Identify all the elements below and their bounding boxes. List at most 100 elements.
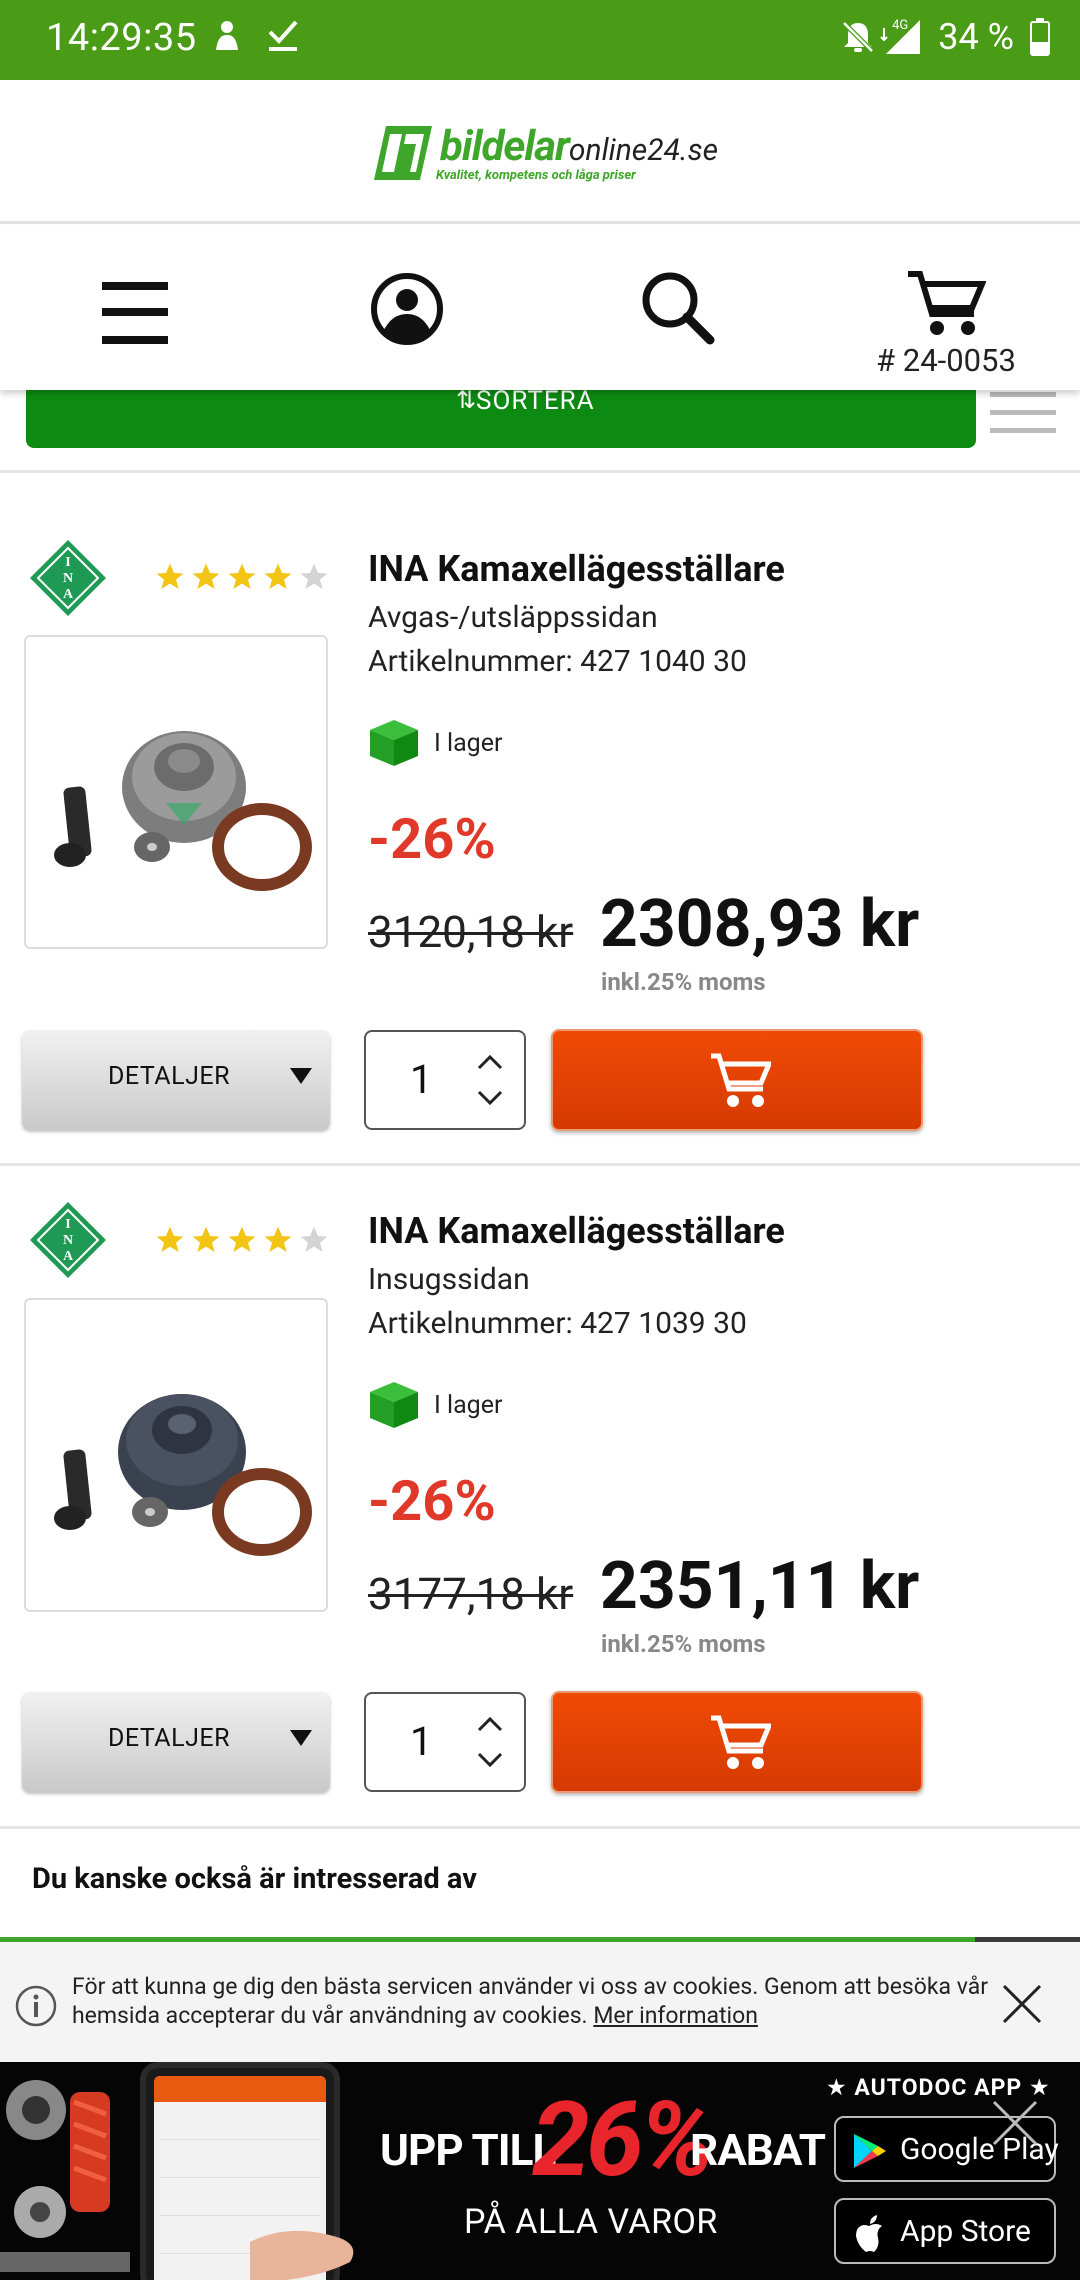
vat-note: inkl.25% moms [601,1630,766,1658]
box-icon [370,1382,418,1428]
stock-label: I lager [434,1390,503,1420]
product-subtitle: Insugssidan [368,1262,530,1297]
details-button[interactable]: DETALJER [22,1692,330,1792]
camshaft-adjuster-image [54,1394,312,1556]
box-icon [370,720,418,766]
cart-number: # 24-0053 [876,342,1016,379]
star-filled-icon [192,563,220,589]
add-to-cart-button[interactable] [551,1029,923,1131]
discount-label: -26% [368,1468,496,1534]
caret-down-icon [290,1068,312,1084]
discount-label: -26% [368,806,496,872]
svg-text:N: N [63,1233,73,1248]
svg-text:I: I [65,1217,70,1232]
mute-icon [842,21,874,53]
app-store-button[interactable]: App Store [834,2198,1056,2264]
ina-brand-logo: INA [30,1202,106,1278]
logo-mark-icon [374,126,432,180]
status-bar: 14:29:35 4G 34 % [0,0,1080,80]
star-filled-icon [264,563,292,589]
apple-icon [856,2215,882,2252]
google-play-icon [854,2134,886,2168]
ad-headline-prefix: UPP TILL [380,2124,556,2176]
cookie-text: För att kunna ge dig den bästa servicen … [72,1973,989,2029]
list-view-icon[interactable] [990,392,1056,434]
rating-stars [154,1224,330,1256]
star-empty-icon [300,563,328,589]
stock-label: I lager [434,728,503,758]
search-icon[interactable] [640,270,716,346]
star-filled-icon [192,1226,220,1252]
details-label: DETALJER [108,1724,230,1753]
ad-close-icon[interactable] [990,2098,1040,2148]
site-header: bildelaronline24.se Kvalitet, kompetens … [0,80,1080,224]
current-price: 2308,93 kr [600,886,920,963]
old-price: 3177,18 kr [368,1568,574,1620]
stock-status: I lager [368,1380,502,1430]
vat-note: inkl.25% moms [601,968,766,996]
product-title[interactable]: INA Kamaxellägesställare [368,1210,785,1252]
star-empty-icon [300,1226,328,1252]
info-icon [15,1985,57,2027]
car-parts-image [0,2080,130,2272]
ad-banner[interactable]: UPP TILL 26% RABAT PÅ ALLA VAROR ★ AUTOD… [0,2062,1080,2280]
svg-text:A: A [63,1249,74,1264]
star-filled-icon [264,1226,292,1252]
old-price: 3120,18 kr [368,906,574,958]
star-filled-icon [228,563,256,589]
caret-down-icon [290,1730,312,1746]
cart-icon[interactable] [906,268,986,340]
divider [0,470,1080,473]
svg-text:A: A [63,587,74,602]
download-done-icon [268,20,298,51]
divider [0,1826,1080,1829]
site-logo[interactable]: bildelaronline24.se Kvalitet, kompetens … [372,122,718,188]
star-filled-icon [156,563,184,589]
cart-icon [711,1053,771,1107]
stepper-arrows-icon[interactable] [476,1714,504,1772]
ad-headline-suffix: RABAT [690,2124,826,2176]
svg-text:I: I [65,555,70,570]
camshaft-adjuster-image [54,731,312,891]
close-icon[interactable] [1000,1982,1044,2026]
account-icon[interactable] [370,272,444,346]
sort-label: SORTERA [476,386,595,416]
cart-icon [711,1715,771,1769]
ad-app-title: ★ AUTODOC APP ★ [826,2074,1051,2101]
app-store-label: App Store [900,2214,1031,2249]
nav-bar: # 24-0053 [0,226,1080,390]
ad-subline: PÅ ALLA VAROR [464,2202,718,2242]
article-number: Artikelnummer: 427 1040 30 [368,644,747,679]
details-button[interactable]: DETALJER [22,1030,330,1130]
add-to-cart-button[interactable] [551,1691,923,1793]
battery-percent: 34 % [938,16,1014,58]
details-label: DETALJER [108,1062,230,1091]
stepper-arrows-icon[interactable] [476,1052,504,1110]
status-time: 14:29:35 [46,16,197,60]
menu-icon[interactable] [100,280,170,346]
logo-text: bildelar [440,122,570,171]
sort-icon: ⇅ [456,386,477,414]
quantity-stepper[interactable]: 1 [364,1030,526,1130]
more-info-link[interactable]: Mer information [593,2002,758,2029]
stock-status: I lager [368,718,502,768]
product-image[interactable] [24,635,328,949]
logo-tagline: Kvalitet, kompetens och låga priser [436,168,636,183]
notification-icon [216,21,238,50]
divider [0,1163,1080,1166]
star-filled-icon [156,1226,184,1252]
quantity-value[interactable]: 1 [410,1718,432,1765]
quantity-value[interactable]: 1 [410,1056,432,1103]
current-price: 2351,11 kr [600,1548,920,1625]
quantity-stepper[interactable]: 1 [364,1692,526,1792]
hand-image [250,2230,354,2280]
signal-icon [880,20,921,54]
product-subtitle: Avgas-/utsläppssidan [368,600,658,635]
article-number: Artikelnummer: 427 1039 30 [368,1306,747,1341]
ad-percent: 26% [532,2080,714,2201]
star-filled-icon [228,1226,256,1252]
cookie-notice: För att kunna ge dig den bästa servicen … [0,1942,1080,2062]
product-image[interactable] [24,1298,328,1612]
product-title[interactable]: INA Kamaxellägesställare [368,548,785,590]
ina-brand-logo: INA [30,540,106,616]
